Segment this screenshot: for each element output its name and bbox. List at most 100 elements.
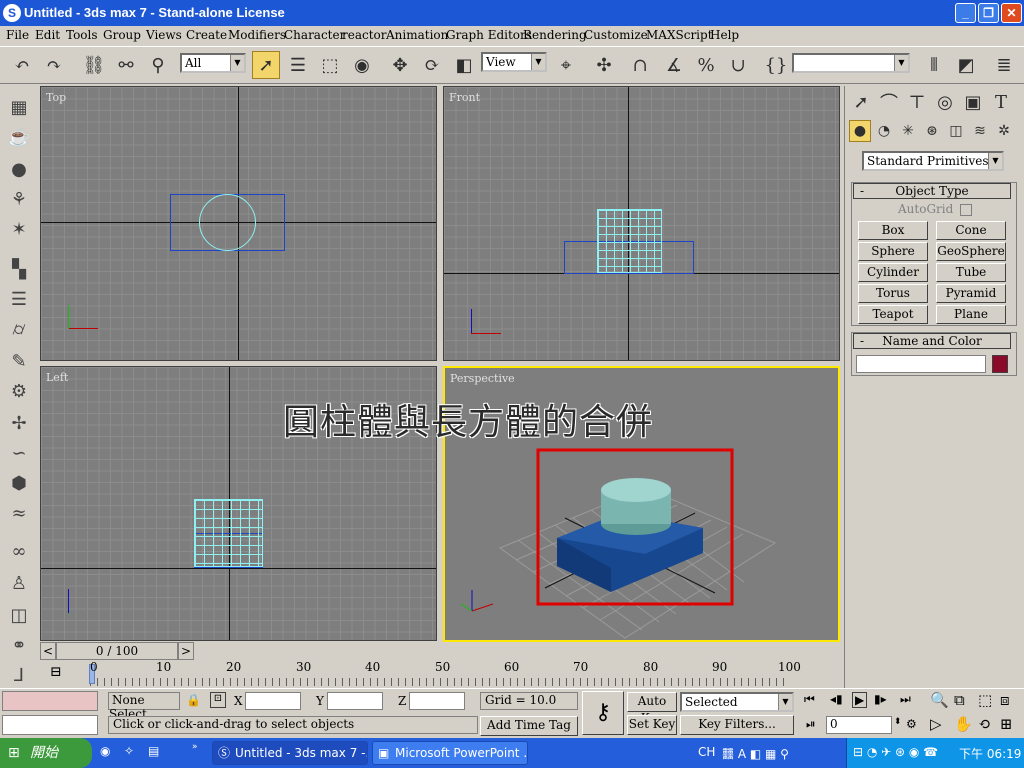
sphere-icon[interactable]: ● [6, 156, 32, 182]
task-3dsmax[interactable]: Ⓢ Untitled - 3ds max 7 -... [212, 741, 368, 765]
key-mode-dropdown[interactable]: Selected ▼ [680, 692, 794, 712]
rotate-icon[interactable]: ⟳ [418, 51, 446, 79]
box-button[interactable]: Box [858, 221, 928, 240]
autogrid-checkbox[interactable] [960, 204, 972, 216]
select-by-name-icon[interactable]: ☰ [284, 51, 312, 79]
spinner-icon[interactable]: ⚘ [6, 186, 32, 212]
modifier-icon[interactable]: ✢ [6, 410, 32, 436]
menu-maxscript[interactable]: MAXScript [646, 28, 713, 42]
object-color-swatch[interactable] [992, 355, 1008, 373]
goto-start-icon[interactable]: ⏮ [804, 692, 815, 707]
systems-icon[interactable]: ✲ [993, 120, 1015, 142]
shapes-icon[interactable]: ◔ [873, 120, 895, 142]
track-bar[interactable]: ⊟ 0 10 20 30 40 50 60 70 80 90 100 [40, 660, 840, 686]
prev-key-icon[interactable]: ◂▮ [830, 692, 843, 706]
biped-icon[interactable]: ♙ [6, 570, 32, 596]
maximize-viewport-icon[interactable]: ⊞ [1000, 715, 1013, 733]
pivot-center-icon[interactable]: ⌖ [552, 51, 580, 79]
knot-icon[interactable]: ∞ [6, 538, 32, 564]
viewport-label-top[interactable]: Top [46, 91, 66, 104]
scale-icon[interactable]: ◧ [450, 51, 478, 79]
object-type-header[interactable]: - Object Type [853, 183, 1011, 199]
pan-hand-icon[interactable]: ✋ [954, 715, 973, 733]
lights-icon[interactable]: ✳ [897, 120, 919, 142]
key-filters-button[interactable]: Key Filters... [680, 715, 794, 735]
menu-tools[interactable]: Tools [66, 28, 98, 42]
zoom-extents-all-icon[interactable]: ⧈ [1000, 691, 1010, 709]
arc-rotate-icon[interactable]: ⟲ [978, 715, 991, 733]
key-mode-toggle-icon[interactable]: ⏯ [806, 717, 816, 732]
percent-snap-icon[interactable]: % [692, 51, 720, 79]
add-time-tag-button[interactable]: Add Time Tag [480, 716, 578, 736]
play-icon[interactable]: ▶ [852, 692, 868, 708]
menu-group[interactable]: Group [103, 28, 141, 42]
close-button[interactable]: ✕ [1001, 3, 1022, 23]
set-key-key-icon[interactable]: ⚷ [582, 691, 624, 735]
shape-icon[interactable]: ◫ [6, 602, 32, 628]
manipulate-icon[interactable]: ✣ [590, 51, 618, 79]
hierarchy-tab-icon[interactable]: ⊤ [903, 88, 931, 116]
spinner-snap-icon[interactable]: ∪ [724, 51, 752, 79]
menu-modifiers[interactable]: Modifiers [228, 28, 286, 42]
object-name-field[interactable] [856, 355, 986, 373]
sit-icon[interactable]: ⅃ [6, 662, 32, 688]
unlink-icon[interactable]: ⚯ [112, 51, 140, 79]
time-slider-thumb[interactable]: 0 / 100 [56, 642, 178, 660]
language-indicator[interactable]: CH [698, 745, 715, 759]
goto-end-icon[interactable]: ⏭ [900, 692, 911, 707]
y-coordinate-field[interactable] [327, 692, 383, 710]
spacewarps-icon[interactable]: ≋ [969, 120, 991, 142]
frame-spinner-icon[interactable]: ⬍ [894, 717, 902, 727]
sphere-button[interactable]: Sphere [858, 242, 928, 261]
lock-icon[interactable]: 🔒 [186, 693, 201, 707]
maxscript-listener-white[interactable] [2, 715, 98, 735]
menu-create[interactable]: Create [186, 28, 227, 42]
move-icon[interactable]: ✥ [386, 51, 414, 79]
cylinder-object-top[interactable] [199, 194, 256, 251]
teapot-button[interactable]: Teapot [858, 305, 928, 324]
pyramid-button[interactable]: Pyramid [936, 284, 1006, 303]
cameras-icon[interactable]: ⊛ [921, 120, 943, 142]
ime-icons[interactable]: 䨻 A ◧ ▦ ⚲ [722, 745, 789, 762]
current-frame-field[interactable]: 0 [826, 716, 892, 734]
menu-character[interactable]: Character [284, 28, 345, 42]
zoom-all-icon[interactable]: ⧉ [954, 691, 965, 709]
prev-frame-button[interactable]: < [40, 642, 56, 660]
rectangular-selection-icon[interactable]: ⬚ [316, 51, 344, 79]
select-object-icon[interactable]: ➚ [252, 51, 280, 79]
angle-snap-icon[interactable]: ∡ [660, 51, 688, 79]
viewport-label-left[interactable]: Left [46, 371, 68, 384]
absolute-mode-icon[interactable]: ⊡ [210, 692, 226, 708]
menu-file[interactable]: File [6, 28, 29, 42]
teapot-icon[interactable]: ☕ [6, 124, 32, 150]
gear-icon[interactable]: ⚙ [6, 378, 32, 404]
menu-rendering[interactable]: Rendering [523, 28, 587, 42]
redo-icon[interactable]: ↷ [40, 51, 68, 79]
task-powerpoint[interactable]: ▣ Microsoft PowerPoint ... [372, 741, 528, 765]
menu-edit[interactable]: Edit [35, 28, 60, 42]
motion-tab-icon[interactable]: ◎ [931, 88, 959, 116]
tray-icons[interactable]: ⊟ ◔ ✈ ⊛ ◉ ☎ [853, 745, 938, 759]
selection-filter-dropdown[interactable]: All ▼ [180, 53, 246, 73]
cylinder-object-front[interactable] [597, 209, 662, 273]
menu-views[interactable]: Views [146, 28, 182, 42]
align-icon[interactable]: ◩ [952, 51, 980, 79]
next-frame-button[interactable]: > [178, 642, 194, 660]
display-tab-icon[interactable]: ▣ [959, 88, 987, 116]
tube-icon[interactable]: ⌭ [6, 316, 32, 342]
torus-button[interactable]: Torus [858, 284, 928, 303]
viewport-label-front[interactable]: Front [449, 91, 480, 104]
bind-space-warp-icon[interactable]: ⚲ [144, 51, 172, 79]
zoom-icon[interactable]: 🔍 [930, 691, 949, 709]
restore-button[interactable]: ❐ [978, 3, 999, 23]
geometry-icon[interactable]: ● [849, 120, 871, 142]
star-icon[interactable]: ✶ [6, 216, 32, 242]
cone-button[interactable]: Cone [936, 221, 1006, 240]
layer-manager-icon[interactable]: ≣ [990, 51, 1018, 79]
menu-customize[interactable]: Customize [584, 28, 648, 42]
geosphere-button[interactable]: GeoSphere [936, 242, 1006, 261]
boxes-icon[interactable]: ▦ [6, 94, 32, 120]
app-icon[interactable]: S [3, 4, 21, 22]
tube-button[interactable]: Tube [936, 263, 1006, 282]
window-crossing-icon[interactable]: ◉ [348, 51, 376, 79]
